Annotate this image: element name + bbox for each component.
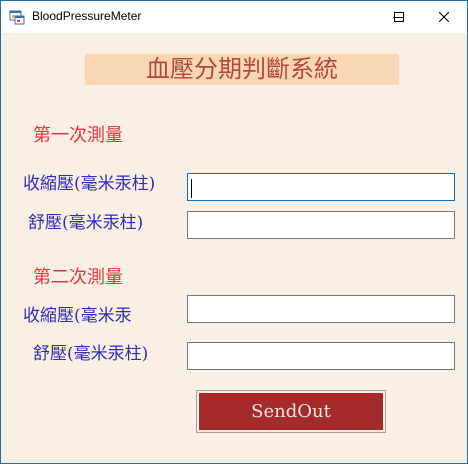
send-out-button[interactable]: SendOut bbox=[199, 393, 383, 430]
second-measurement-heading: 第二次測量 bbox=[33, 267, 123, 288]
window-title: BloodPressureMeter bbox=[32, 9, 142, 23]
first-diastolic-label: 舒壓(毫米汞柱) bbox=[28, 213, 144, 233]
first-systolic-input[interactable] bbox=[187, 173, 455, 201]
second-systolic-input[interactable] bbox=[187, 295, 455, 323]
second-diastolic-input[interactable] bbox=[187, 342, 455, 370]
app-window-icon bbox=[9, 10, 25, 25]
form-client-area: 血壓分期判斷系統 第一次測量 收縮壓(毫米汞柱) 舒壓(毫米汞柱) 第二次測量 … bbox=[1, 33, 467, 463]
send-button-frame: SendOut bbox=[196, 390, 386, 433]
first-systolic-label: 收縮壓(毫米汞柱) bbox=[23, 174, 156, 194]
close-icon bbox=[439, 12, 449, 22]
header-banner: 血壓分期判斷系統 bbox=[85, 54, 399, 85]
title-bar[interactable]: BloodPressureMeter bbox=[1, 1, 467, 33]
second-diastolic-label: 舒壓(毫米汞柱) bbox=[33, 344, 149, 364]
app-window: BloodPressureMeter 血壓分期判斷系統 第一次測量 收縮壓(毫米… bbox=[0, 0, 468, 464]
text-caret bbox=[191, 179, 192, 198]
first-diastolic-input[interactable] bbox=[187, 211, 455, 239]
second-systolic-label: 收縮壓(毫米汞 bbox=[23, 306, 132, 326]
maximize-icon bbox=[394, 12, 404, 22]
maximize-button[interactable] bbox=[377, 1, 423, 33]
header-title: 血壓分期判斷系統 bbox=[146, 55, 338, 83]
close-button[interactable] bbox=[421, 1, 467, 33]
first-measurement-heading: 第一次測量 bbox=[33, 125, 123, 146]
